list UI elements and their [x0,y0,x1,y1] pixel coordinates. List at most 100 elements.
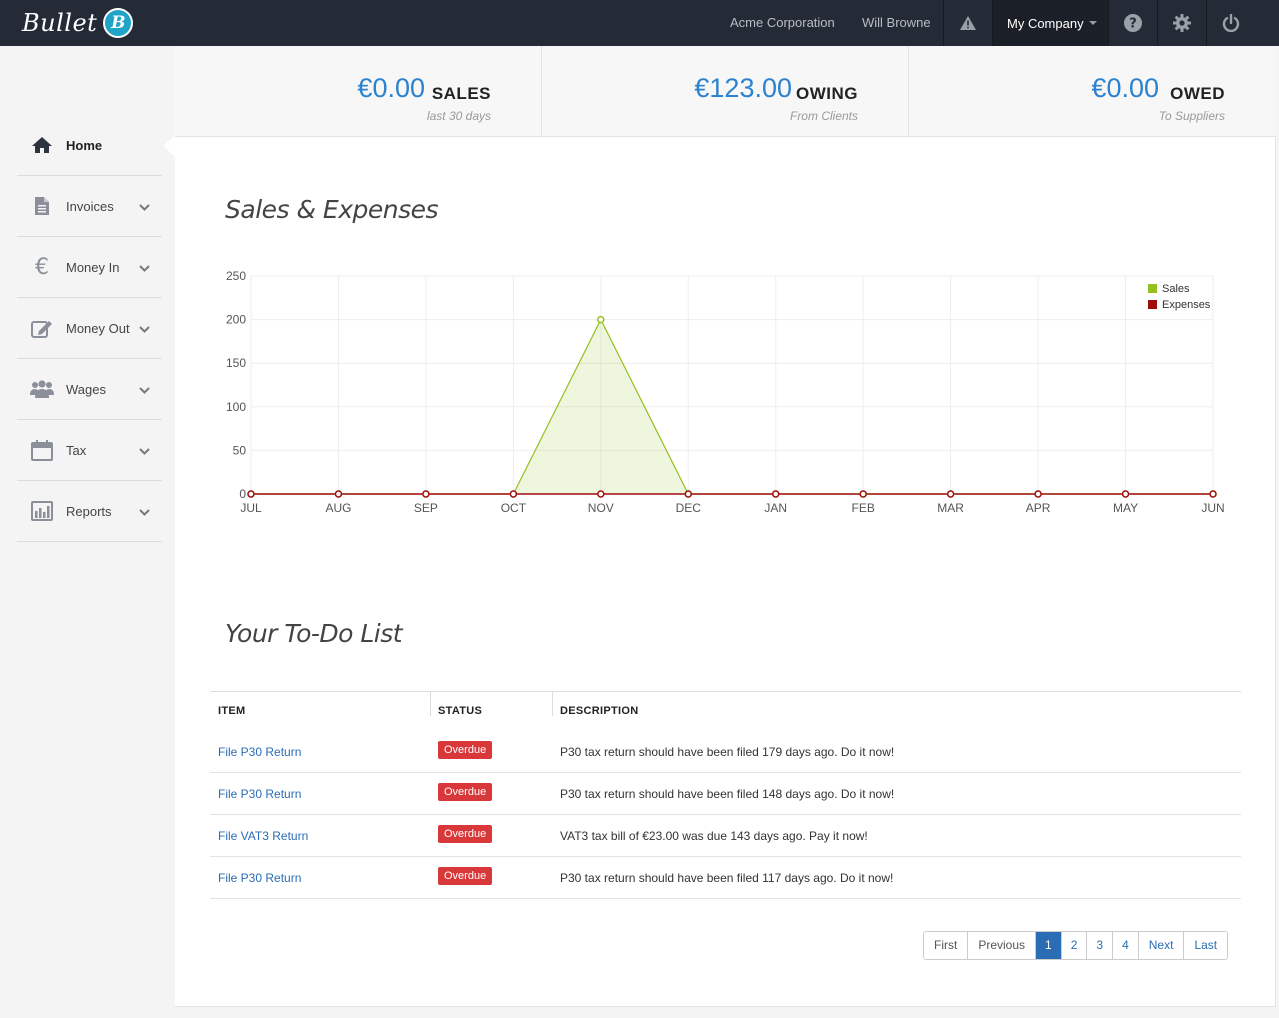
legend-swatch [1148,284,1157,293]
status-badge: Overdue [438,741,493,759]
legend-swatch [1148,300,1157,309]
status-badge: Overdue [438,825,493,843]
sidebar-item-label: Money Out [66,320,130,336]
stat-amount: €0.00 [1091,73,1159,103]
sidebar-item-home[interactable]: Home [17,115,162,176]
x-tick-label: APR [1026,501,1051,515]
x-tick-label: JUN [1201,501,1224,515]
help-icon[interactable]: ? [1109,0,1157,46]
todo-item-link[interactable]: File VAT3 Return [218,829,308,843]
x-tick-label: JAN [764,501,787,515]
todo-item-link[interactable]: File P30 Return [218,871,301,885]
data-point-expenses [247,490,255,498]
page-last-button[interactable]: Last [1184,932,1228,959]
todo-item-link[interactable]: File P30 Return [218,787,301,801]
table-row: File P30 Return Overdue P30 tax return s… [210,773,1241,815]
sidebar-item-reports[interactable]: Reports [17,481,162,542]
status-badge: Overdue [438,867,493,885]
sidebar: Home Invoices € Money In Money Out Wages… [0,46,175,1018]
bar-chart-icon [29,498,55,524]
sidebar-item-label: Home [66,137,103,153]
summary-stats: €0.00 SALES last 30 days €123.00 OWING F… [175,46,1276,137]
page-2-button[interactable]: 2 [1061,932,1088,959]
page-first-button[interactable]: First [924,932,969,959]
data-point-expenses [1034,490,1042,498]
sidebar-item-label: Wages [66,381,106,397]
table-row: File P30 Return Overdue P30 tax return s… [210,731,1241,773]
y-tick-label: 250 [226,269,246,283]
app-logo[interactable]: Bullet B [22,6,134,40]
page-4-button[interactable]: 4 [1113,932,1139,959]
x-tick-label: FEB [852,501,875,515]
stat-label: OWING [796,84,858,103]
data-point-expenses [859,490,867,498]
data-point-expenses [1209,490,1217,498]
chevron-down-icon [139,199,150,214]
todo-description: P30 tax return should have been filed 14… [560,787,895,801]
stat-label: OWED [1170,84,1225,103]
page-3-button[interactable]: 3 [1087,932,1114,959]
gear-icon[interactable] [1158,0,1206,46]
logo-text: Bullet [22,9,98,37]
sidebar-item-label: Money In [66,259,120,275]
sidebar-item-invoices[interactable]: Invoices [17,176,162,237]
warning-icon[interactable] [944,0,992,46]
sidebar-item-label: Reports [66,503,112,519]
todo-item-link[interactable]: File P30 Return [218,745,301,759]
x-tick-label: OCT [501,501,527,515]
x-tick-label: MAY [1113,501,1138,515]
caret-down-icon [1088,21,1097,25]
sidebar-item-money-in[interactable]: € Money In [17,237,162,298]
active-indicator [163,135,175,157]
user-name-link[interactable]: Will Browne [862,0,931,46]
data-point-expenses [422,490,430,498]
y-tick-label: 50 [233,443,247,457]
data-point-expenses [946,490,955,498]
stat-owing[interactable]: €123.00 OWING From Clients [542,46,908,137]
document-icon [29,193,55,219]
power-icon[interactable] [1207,0,1255,46]
column-header-status[interactable]: STATUS [438,705,482,717]
pagination: First Previous 1 2 3 4 Next Last [923,931,1229,960]
calendar-icon [29,437,55,463]
users-icon [29,376,55,402]
logo-badge: B [103,8,134,38]
column-header-item[interactable]: ITEM [218,705,245,717]
stat-subtitle: last 30 days [426,109,491,123]
data-point-expenses [597,490,605,498]
company-label: My Company [1007,15,1084,31]
page-next-button[interactable]: Next [1138,932,1185,959]
company-dropdown[interactable]: My Company [993,0,1108,46]
chevron-down-icon [139,321,150,336]
data-point-expenses [334,490,343,498]
legend-label: Expenses [1162,299,1211,311]
sidebar-item-money-out[interactable]: Money Out [17,298,162,359]
sidebar-item-label: Invoices [66,198,114,214]
stat-subtitle: From Clients [789,109,858,123]
main-content: Sales & Expenses 0 50 100 150 200 250 JUL AUG SE… [175,137,1276,1007]
legend-label: Sales [1162,283,1190,295]
org-name-link[interactable]: Acme Corporation [730,0,835,46]
top-navbar: Bullet B Acme Corporation Will Browne My… [0,0,1279,46]
divider [430,692,431,716]
chevron-down-icon [139,504,150,519]
sidebar-item-tax[interactable]: Tax [17,420,162,481]
x-tick-label: JUL [240,501,262,515]
sidebar-item-label: Tax [66,442,87,458]
chevron-down-icon [139,443,150,458]
data-point-expenses [509,490,518,498]
column-header-description[interactable]: DESCRIPTION [560,705,638,717]
stat-owed[interactable]: €0.00 OWED To Suppliers [909,46,1276,137]
euro-icon: € [35,254,49,280]
table-row: File VAT3 Return Overdue VAT3 tax bill o… [210,815,1241,857]
table-row: File P30 Return Overdue P30 tax return s… [210,857,1241,899]
y-tick-label: 200 [226,313,246,327]
page-previous-button[interactable]: Previous [968,932,1037,959]
y-tick-label: 0 [239,487,246,501]
status-badge: Overdue [438,783,493,801]
stat-amount: €123.00 [694,73,792,103]
stat-sales[interactable]: €0.00 SALES last 30 days [175,46,541,137]
sidebar-item-wages[interactable]: Wages [17,359,162,420]
page-1-button[interactable]: 1 [1036,932,1062,959]
sales-expenses-chart: 0 50 100 150 200 250 JUL AUG SEP OCT NOV DEC JAN FEB M… [226,269,1225,515]
